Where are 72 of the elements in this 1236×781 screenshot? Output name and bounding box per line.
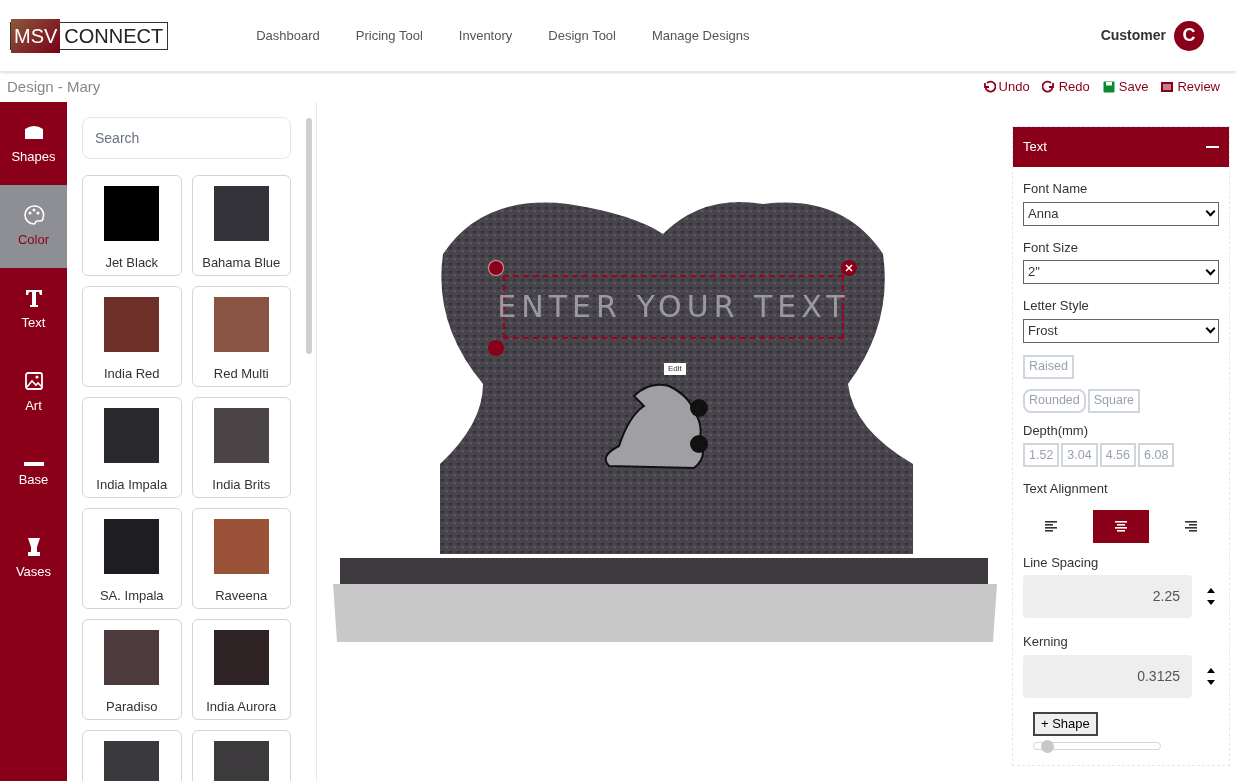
redo-icon (1041, 80, 1056, 94)
slider-thumb[interactable] (1040, 739, 1054, 753)
redo-button[interactable]: Redo (1041, 77, 1090, 97)
user-name: Customer (1100, 26, 1166, 45)
review-button[interactable]: Review (1160, 77, 1220, 97)
nav-link[interactable]: Inventory (458, 25, 513, 46)
align-center-button[interactable] (1093, 509, 1149, 543)
bar-icon (23, 461, 44, 466)
color-card[interactable]: India Aurora (191, 619, 291, 720)
color-card[interactable]: Jet Black (82, 175, 182, 276)
color-name: India Impala (96, 476, 168, 494)
edit-tag[interactable]: Edit (664, 363, 686, 375)
field-label: Text Alignment (1023, 480, 1109, 498)
field-label: Font Name (1023, 180, 1089, 198)
nav-link[interactable]: Dashboard (256, 25, 320, 46)
scrollbar[interactable] (306, 118, 312, 354)
align-left-icon (1045, 520, 1057, 532)
color-card[interactable]: Red Multi (191, 286, 291, 387)
logo-text: CONNECT (64, 23, 164, 49)
color-name: Jet Black (105, 254, 159, 272)
color-card[interactable]: Paradiso (82, 619, 182, 720)
kerning-field[interactable]: 0.3125 (1023, 654, 1192, 698)
save-button[interactable]: Save (1101, 77, 1149, 97)
sidebar-item[interactable]: Base (0, 434, 67, 517)
user-avatar[interactable]: C (1174, 20, 1204, 51)
align-center-icon (1115, 520, 1127, 532)
nav-link[interactable]: Design Tool (548, 25, 616, 46)
add-shape-button[interactable]: + Shape (1033, 711, 1098, 736)
logo-mark: MSV (11, 18, 61, 53)
nav-link[interactable]: Pricing Tool (355, 25, 423, 46)
field-label: Font Size (1023, 238, 1079, 257)
panel-header[interactable]: Text (1013, 127, 1229, 167)
color-name: India Red (103, 365, 160, 383)
close-icon (845, 264, 853, 272)
align-right-icon (1185, 520, 1197, 532)
field-label: Depth(mm) (1023, 421, 1089, 440)
color-card[interactable]: India Impala (82, 397, 182, 498)
undo-icon (981, 80, 996, 94)
color-card[interactable]: India Red (82, 286, 182, 387)
color-name: Paradiso (106, 698, 158, 716)
color-name: Bahama Blue (202, 254, 281, 272)
color-name: India Aurora (206, 698, 277, 716)
panel-title: Text (1023, 138, 1047, 157)
spinner-arrows-icon[interactable] (1207, 588, 1215, 605)
sidebar-item[interactable]: Art (0, 351, 67, 434)
sidebar-item[interactable]: Vases (0, 517, 67, 600)
color-name: SA. Impala (99, 587, 164, 605)
color-name: India Brits (212, 476, 271, 494)
nav-link[interactable]: Manage Designs (652, 25, 750, 46)
field-label: Letter Style (1023, 297, 1090, 315)
image-icon (22, 369, 45, 392)
palette-icon (22, 203, 45, 226)
color-name: Raveena (215, 587, 268, 605)
color-card[interactable]: SA. Impala (82, 508, 182, 609)
color-name: Red Multi (213, 365, 269, 383)
logo[interactable]: MSV CONNECT (10, 21, 169, 50)
color-card[interactable]: India Brits (191, 397, 291, 498)
font-name-dropdown[interactable]: Anna (1023, 201, 1219, 226)
letter-style-dropdown[interactable]: Frost (1023, 318, 1219, 343)
font-size-dropdown[interactable]: 2" (1023, 260, 1219, 284)
design-title: Design - Mary (7, 76, 101, 97)
sidebar-item[interactable]: Shapes (0, 102, 67, 185)
search-field[interactable]: Search (82, 117, 291, 159)
sidebar-item[interactable]: Text (0, 268, 67, 351)
color-card[interactable]: Raveena (191, 508, 291, 609)
undo-button[interactable]: Undo (981, 77, 1030, 97)
color-card[interactable]: Bahama Blue (191, 175, 291, 276)
field-label: Line Spacing (1023, 553, 1100, 572)
list-icon (1160, 80, 1175, 94)
line-spacing-field[interactable]: 2.25 (1023, 575, 1192, 618)
spinner-arrows-icon[interactable] (1207, 667, 1215, 685)
field-label: Kerning (1023, 633, 1069, 651)
